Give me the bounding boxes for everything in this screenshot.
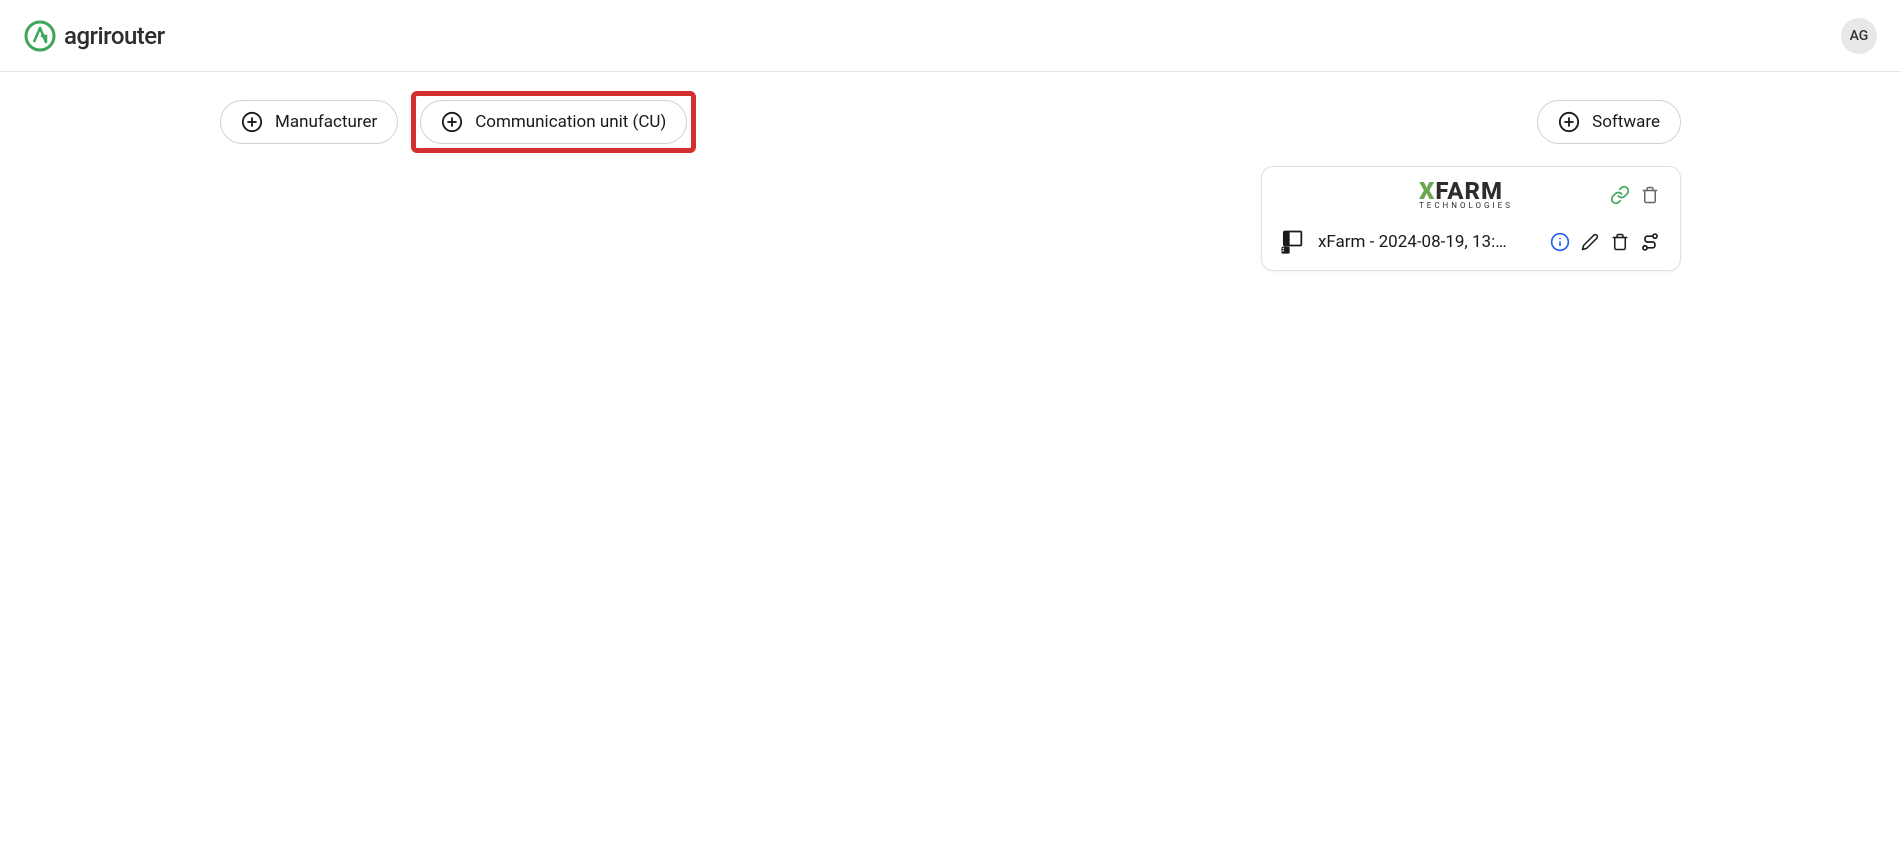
communication-unit-button-label: Communication unit (CU) [475,112,666,132]
route-icon [1640,232,1660,252]
logo[interactable]: agrirouter [24,20,165,52]
card-header-actions [1610,185,1660,205]
avatar-initials: AG [1850,28,1869,44]
delete-entry-button[interactable] [1610,232,1630,252]
right-section: Software XFARM TECHNOLOGIES [1261,100,1681,271]
plus-circle-icon [441,111,463,133]
trash-icon [1611,233,1629,251]
logo-text: agrirouter [64,22,165,50]
computer-icon [1278,228,1306,256]
edit-button[interactable] [1580,232,1600,252]
card-header: XFARM TECHNOLOGIES [1262,167,1680,218]
app-header: agrirouter AG [0,0,1901,72]
xfarm-logo: XFARM TECHNOLOGIES [1419,179,1513,210]
entry-label: xFarm - 2024-08-19, 13:… [1318,232,1538,252]
info-icon [1550,232,1570,252]
link-button[interactable] [1610,185,1630,205]
plus-circle-icon [1558,111,1580,133]
link-icon [1610,185,1630,205]
add-communication-unit-button[interactable]: Communication unit (CU) [420,100,687,144]
plus-circle-icon [241,111,263,133]
left-button-group: Manufacturer Communication unit (CU) [220,100,687,144]
delete-card-button[interactable] [1640,185,1660,205]
route-button[interactable] [1640,232,1660,252]
user-avatar[interactable]: AG [1841,18,1877,54]
software-card: XFARM TECHNOLOGIES [1261,166,1681,271]
manufacturer-button-label: Manufacturer [275,112,377,132]
agrirouter-logo-icon [24,20,56,52]
add-manufacturer-button[interactable]: Manufacturer [220,100,398,144]
entry-actions [1550,232,1660,252]
software-button-label: Software [1592,112,1660,132]
pencil-icon [1581,233,1599,251]
trash-icon [1641,186,1659,204]
main-content: Manufacturer Communication unit (CU) Sof… [0,72,1901,271]
info-button[interactable] [1550,232,1570,252]
software-entry-row: xFarm - 2024-08-19, 13:… [1262,218,1680,270]
add-software-button[interactable]: Software [1537,100,1681,144]
brand-subtitle: TECHNOLOGIES [1419,201,1513,210]
highlighted-selection: Communication unit (CU) [411,91,696,153]
